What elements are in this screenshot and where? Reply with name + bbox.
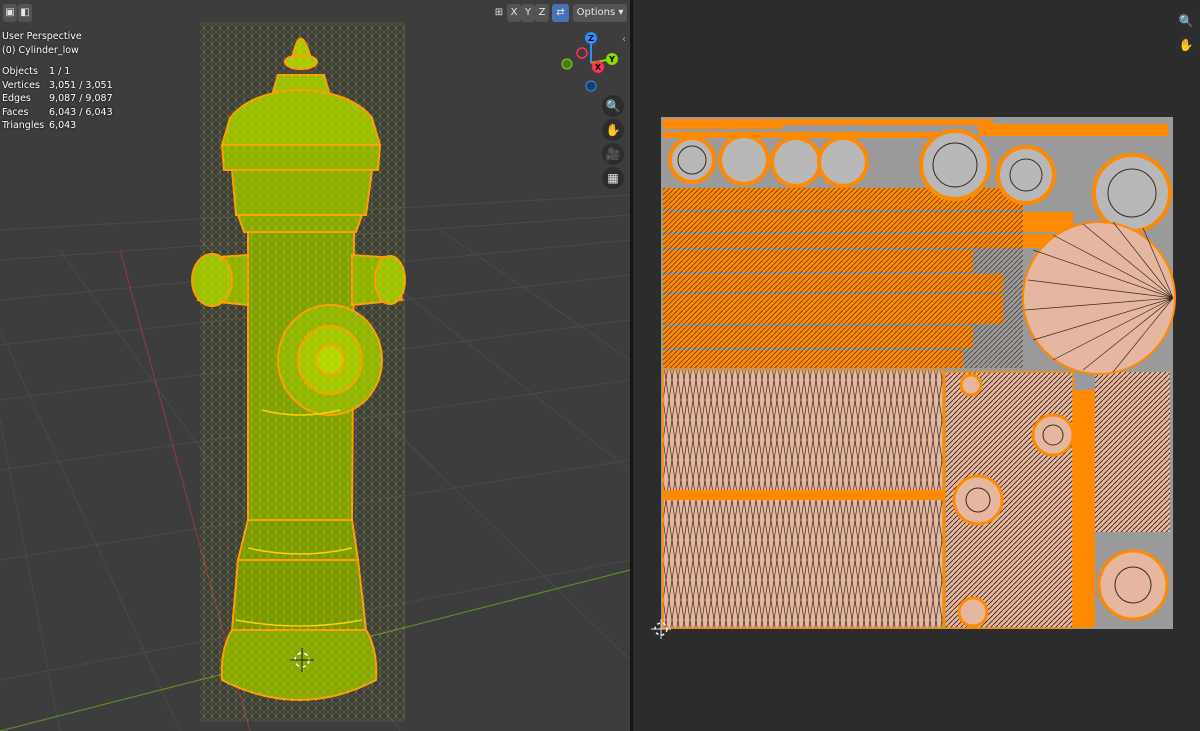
object-label: (0) Cylinder_low xyxy=(2,44,79,56)
viewport-stats: User Perspective (0) Cylinder_low Object… xyxy=(2,30,113,133)
stat-row: Faces 6,043 / 6,043 xyxy=(2,106,113,118)
mirror-x-button[interactable]: X xyxy=(507,4,521,22)
overlay-icon[interactable]: ◧ xyxy=(18,4,32,22)
3d-viewport[interactable]: ▣ ◧ ⊞ X Y Z ⇄ Options ▾ ‹ User Perspecti… xyxy=(0,0,630,731)
stat-row: Triangles 6,043 xyxy=(2,120,77,131)
uv-editor[interactable]: 🔍 ✋ xyxy=(633,0,1200,731)
options-label: Options xyxy=(576,7,616,18)
svg-text:Z: Z xyxy=(588,34,594,43)
navigation-gizmo[interactable]: Z Y X xyxy=(557,28,627,98)
zoom-icon[interactable]: 🔍 xyxy=(602,95,624,117)
uv-layout[interactable] xyxy=(633,0,1200,731)
mirror-y-button[interactable]: Y xyxy=(521,4,535,22)
mirror-icon[interactable]: ⊞ xyxy=(492,4,506,22)
mirror-z-button[interactable]: Z xyxy=(535,4,549,22)
stat-row: Vertices 3,051 / 3,051 xyxy=(2,79,113,91)
camera-icon[interactable]: 🎥 xyxy=(602,143,624,165)
svg-text:X: X xyxy=(595,63,602,72)
options-dropdown[interactable]: Options ▾ xyxy=(573,4,627,22)
object-mode-icon[interactable]: ▣ xyxy=(3,4,17,22)
hand-pan-icon[interactable]: ✋ xyxy=(602,119,624,141)
grid-ortho-icon[interactable]: ▦ xyxy=(602,167,624,189)
perspective-label: User Perspective xyxy=(2,31,82,42)
sync-selection-icon[interactable]: ⇄ xyxy=(552,4,569,22)
svg-text:Y: Y xyxy=(608,55,615,64)
stat-row: Edges 9,087 / 9,087 xyxy=(2,93,113,104)
blender-window: ▣ ◧ ⊞ X Y Z ⇄ Options ▾ ‹ User Perspecti… xyxy=(0,0,1200,731)
stat-row: Objects 1 / 1 xyxy=(2,66,71,77)
chevron-down-icon: ▾ xyxy=(618,7,624,18)
